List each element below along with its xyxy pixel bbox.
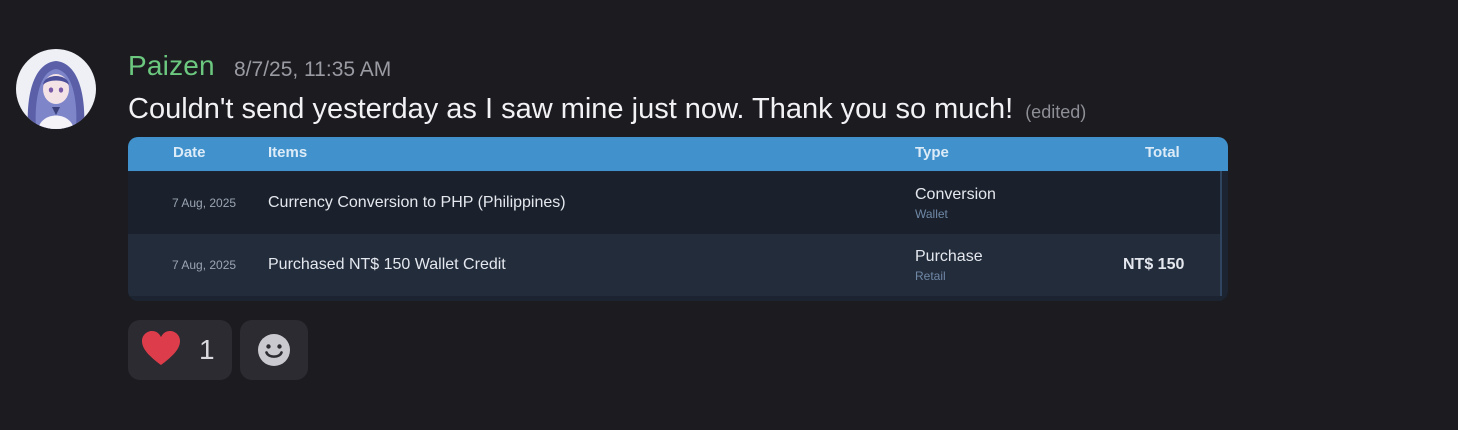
row-type: Purchase [915, 248, 983, 265]
smiley-icon [257, 333, 291, 372]
embed-scrollbar [1220, 171, 1222, 301]
row-item: Purchased NT$ 150 Wallet Credit [268, 256, 506, 273]
transactions-table-header: Date Items Type Total [128, 137, 1228, 171]
row-total: NT$ 150 [1123, 256, 1185, 273]
embed-image[interactable]: Date Items Type Total 7 Aug, 2025 Curren… [128, 137, 1228, 301]
edited-label: (edited) [1025, 102, 1087, 122]
avatar[interactable] [16, 49, 96, 129]
message-timestamp: 8/7/25, 11:35 AM [234, 58, 392, 81]
heart-icon [141, 330, 181, 373]
reaction-count: 1 [199, 334, 215, 365]
author-name[interactable]: Paizen [128, 50, 215, 82]
message-content: Couldn't send yesterday as I saw mine ju… [128, 93, 1086, 126]
column-header-date: Date [173, 144, 206, 161]
column-header-type: Type [915, 144, 949, 161]
message-text: Couldn't send yesterday as I saw mine ju… [128, 93, 1014, 125]
column-header-items: Items [268, 144, 308, 161]
row-subtype: Retail [915, 269, 946, 283]
row-item: Currency Conversion to PHP (Philippines) [268, 194, 566, 211]
embed-bottom-edge [128, 296, 1228, 301]
avatar-image [16, 49, 96, 129]
row-subtype: Wallet [915, 207, 948, 221]
table-row: 7 Aug, 2025 Currency Conversion to PHP (… [128, 172, 1220, 234]
heart-reaction-button[interactable]: 1 [128, 320, 232, 380]
column-header-total: Total [1145, 144, 1180, 161]
row-type: Conversion [915, 186, 996, 203]
table-row: 7 Aug, 2025 Purchased NT$ 150 Wallet Cre… [128, 234, 1220, 296]
add-reaction-button[interactable] [240, 320, 308, 380]
row-date: 7 Aug, 2025 [172, 196, 237, 210]
row-date: 7 Aug, 2025 [172, 258, 237, 272]
